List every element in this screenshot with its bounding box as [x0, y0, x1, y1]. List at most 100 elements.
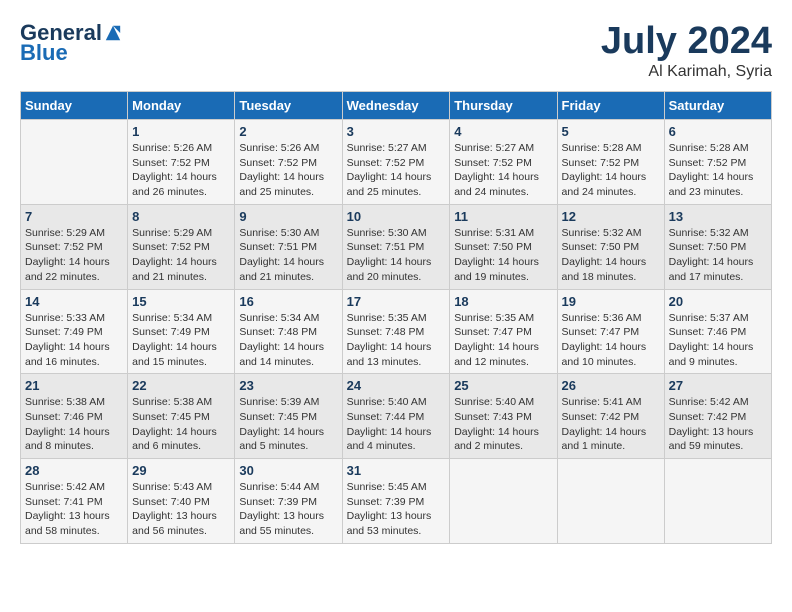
calendar-cell: 1Sunrise: 5:26 AMSunset: 7:52 PMDaylight…: [128, 120, 235, 205]
calendar-cell: 20 Sunrise: 5:37 AMSunset: 7:46 PMDayligh…: [664, 289, 771, 374]
day-info: Sunrise: 5:30 AMSunset: 7:51 PMDaylight:…: [347, 226, 446, 285]
day-info: Sunrise: 5:37 AMSunset: 7:46 PMDaylight:…: [669, 311, 767, 370]
calendar-cell: 29 Sunrise: 5:43 AMSunset: 7:40 PMDayligh…: [128, 459, 235, 544]
day-number: 13: [669, 209, 767, 224]
calendar-cell: 28 Sunrise: 5:42 AMSunset: 7:41 PMDayligh…: [21, 459, 128, 544]
day-info: Sunrise: 5:43 AMSunset: 7:40 PMDaylight:…: [132, 480, 230, 539]
calendar-cell: 15 Sunrise: 5:34 AMSunset: 7:49 PMDayligh…: [128, 289, 235, 374]
calendar-cell: 26 Sunrise: 5:41 AMSunset: 7:42 PMDayligh…: [557, 374, 664, 459]
day-number: 31: [347, 463, 446, 478]
day-info: Sunrise: 5:30 AMSunset: 7:51 PMDaylight:…: [239, 226, 337, 285]
calendar-cell: 13Sunrise: 5:32 AMSunset: 7:50 PMDayligh…: [664, 204, 771, 289]
day-number: 6: [669, 124, 767, 139]
logo: General Blue: [20, 20, 122, 66]
day-number: 4: [454, 124, 552, 139]
calendar-cell: 25 Sunrise: 5:40 AMSunset: 7:43 PMDayligh…: [450, 374, 557, 459]
day-info: Sunrise: 5:34 AMSunset: 7:49 PMDaylight:…: [132, 311, 230, 370]
calendar-cell: 30 Sunrise: 5:44 AMSunset: 7:39 PMDayligh…: [235, 459, 342, 544]
header-monday: Monday: [128, 92, 235, 120]
day-info: Sunrise: 5:39 AMSunset: 7:45 PMDaylight:…: [239, 395, 337, 454]
header-tuesday: Tuesday: [235, 92, 342, 120]
calendar-cell: 14 Sunrise: 5:33 AMSunset: 7:49 PMDayligh…: [21, 289, 128, 374]
day-info: Sunrise: 5:42 AMSunset: 7:42 PMDaylight:…: [669, 395, 767, 454]
page-header: General Blue July 2024 Al Karimah, Syria: [20, 20, 772, 81]
calendar-cell: 10 Sunrise: 5:30 AMSunset: 7:51 PMDayligh…: [342, 204, 450, 289]
day-info: Sunrise: 5:28 AMSunset: 7:52 PMDaylight:…: [669, 141, 767, 200]
calendar-cell: 27 Sunrise: 5:42 AMSunset: 7:42 PMDayligh…: [664, 374, 771, 459]
day-number: 30: [239, 463, 337, 478]
calendar-cell: [21, 120, 128, 205]
calendar-cell: 2 Sunrise: 5:26 AMSunset: 7:52 PMDaylight…: [235, 120, 342, 205]
calendar-cell: 4Sunrise: 5:27 AMSunset: 7:52 PMDaylight…: [450, 120, 557, 205]
calendar-cell: 9 Sunrise: 5:30 AMSunset: 7:51 PMDaylight…: [235, 204, 342, 289]
day-info: Sunrise: 5:40 AMSunset: 7:44 PMDaylight:…: [347, 395, 446, 454]
calendar-header-row: SundayMondayTuesdayWednesdayThursdayFrid…: [21, 92, 772, 120]
logo-icon: [104, 24, 122, 42]
calendar-cell: 23 Sunrise: 5:39 AMSunset: 7:45 PMDayligh…: [235, 374, 342, 459]
calendar-cell: 8Sunrise: 5:29 AMSunset: 7:52 PMDaylight…: [128, 204, 235, 289]
day-info: Sunrise: 5:36 AMSunset: 7:47 PMDaylight:…: [562, 311, 660, 370]
week-row-1: 7Sunrise: 5:29 AMSunset: 7:52 PMDaylight…: [21, 204, 772, 289]
day-info: Sunrise: 5:42 AMSunset: 7:41 PMDaylight:…: [25, 480, 123, 539]
day-number: 12: [562, 209, 660, 224]
title-block: July 2024 Al Karimah, Syria: [601, 20, 772, 81]
day-info: Sunrise: 5:26 AMSunset: 7:52 PMDaylight:…: [239, 141, 337, 200]
calendar-cell: [557, 459, 664, 544]
title-month: July 2024: [601, 20, 772, 63]
day-info: Sunrise: 5:35 AMSunset: 7:47 PMDaylight:…: [454, 311, 552, 370]
calendar-table: SundayMondayTuesdayWednesdayThursdayFrid…: [20, 91, 772, 544]
day-number: 11: [454, 209, 552, 224]
header-thursday: Thursday: [450, 92, 557, 120]
day-number: 27: [669, 378, 767, 393]
day-info: Sunrise: 5:27 AMSunset: 7:52 PMDaylight:…: [347, 141, 446, 200]
day-number: 10: [347, 209, 446, 224]
day-info: Sunrise: 5:40 AMSunset: 7:43 PMDaylight:…: [454, 395, 552, 454]
day-number: 14: [25, 294, 123, 309]
day-number: 15: [132, 294, 230, 309]
calendar-cell: 5 Sunrise: 5:28 AMSunset: 7:52 PMDaylight…: [557, 120, 664, 205]
calendar-cell: 16 Sunrise: 5:34 AMSunset: 7:48 PMDayligh…: [235, 289, 342, 374]
day-info: Sunrise: 5:44 AMSunset: 7:39 PMDaylight:…: [239, 480, 337, 539]
calendar-cell: 3 Sunrise: 5:27 AMSunset: 7:52 PMDaylight…: [342, 120, 450, 205]
header-sunday: Sunday: [21, 92, 128, 120]
day-info: Sunrise: 5:35 AMSunset: 7:48 PMDaylight:…: [347, 311, 446, 370]
day-info: Sunrise: 5:41 AMSunset: 7:42 PMDaylight:…: [562, 395, 660, 454]
day-number: 3: [347, 124, 446, 139]
day-info: Sunrise: 5:33 AMSunset: 7:49 PMDaylight:…: [25, 311, 123, 370]
day-number: 16: [239, 294, 337, 309]
day-info: Sunrise: 5:34 AMSunset: 7:48 PMDaylight:…: [239, 311, 337, 370]
calendar-cell: [450, 459, 557, 544]
day-info: Sunrise: 5:38 AMSunset: 7:46 PMDaylight:…: [25, 395, 123, 454]
calendar-cell: 11 Sunrise: 5:31 AMSunset: 7:50 PMDayligh…: [450, 204, 557, 289]
day-info: Sunrise: 5:28 AMSunset: 7:52 PMDaylight:…: [562, 141, 660, 200]
day-info: Sunrise: 5:26 AMSunset: 7:52 PMDaylight:…: [132, 141, 230, 200]
header-wednesday: Wednesday: [342, 92, 450, 120]
calendar-cell: 18 Sunrise: 5:35 AMSunset: 7:47 PMDayligh…: [450, 289, 557, 374]
week-row-2: 14 Sunrise: 5:33 AMSunset: 7:49 PMDayligh…: [21, 289, 772, 374]
day-number: 20: [669, 294, 767, 309]
day-info: Sunrise: 5:32 AMSunset: 7:50 PMDaylight:…: [562, 226, 660, 285]
calendar-cell: 17 Sunrise: 5:35 AMSunset: 7:48 PMDayligh…: [342, 289, 450, 374]
day-number: 18: [454, 294, 552, 309]
day-number: 5: [562, 124, 660, 139]
day-number: 19: [562, 294, 660, 309]
day-number: 29: [132, 463, 230, 478]
calendar-cell: [664, 459, 771, 544]
day-number: 9: [239, 209, 337, 224]
day-number: 2: [239, 124, 337, 139]
day-number: 26: [562, 378, 660, 393]
day-number: 25: [454, 378, 552, 393]
calendar-cell: 19 Sunrise: 5:36 AMSunset: 7:47 PMDayligh…: [557, 289, 664, 374]
day-info: Sunrise: 5:45 AMSunset: 7:39 PMDaylight:…: [347, 480, 446, 539]
day-number: 21: [25, 378, 123, 393]
day-info: Sunrise: 5:29 AMSunset: 7:52 PMDaylight:…: [25, 226, 123, 285]
calendar-cell: 7Sunrise: 5:29 AMSunset: 7:52 PMDaylight…: [21, 204, 128, 289]
week-row-4: 28 Sunrise: 5:42 AMSunset: 7:41 PMDayligh…: [21, 459, 772, 544]
day-info: Sunrise: 5:31 AMSunset: 7:50 PMDaylight:…: [454, 226, 552, 285]
day-number: 17: [347, 294, 446, 309]
calendar-cell: 31 Sunrise: 5:45 AMSunset: 7:39 PMDayligh…: [342, 459, 450, 544]
day-number: 28: [25, 463, 123, 478]
day-number: 23: [239, 378, 337, 393]
week-row-0: 1Sunrise: 5:26 AMSunset: 7:52 PMDaylight…: [21, 120, 772, 205]
calendar-cell: 24Sunrise: 5:40 AMSunset: 7:44 PMDayligh…: [342, 374, 450, 459]
